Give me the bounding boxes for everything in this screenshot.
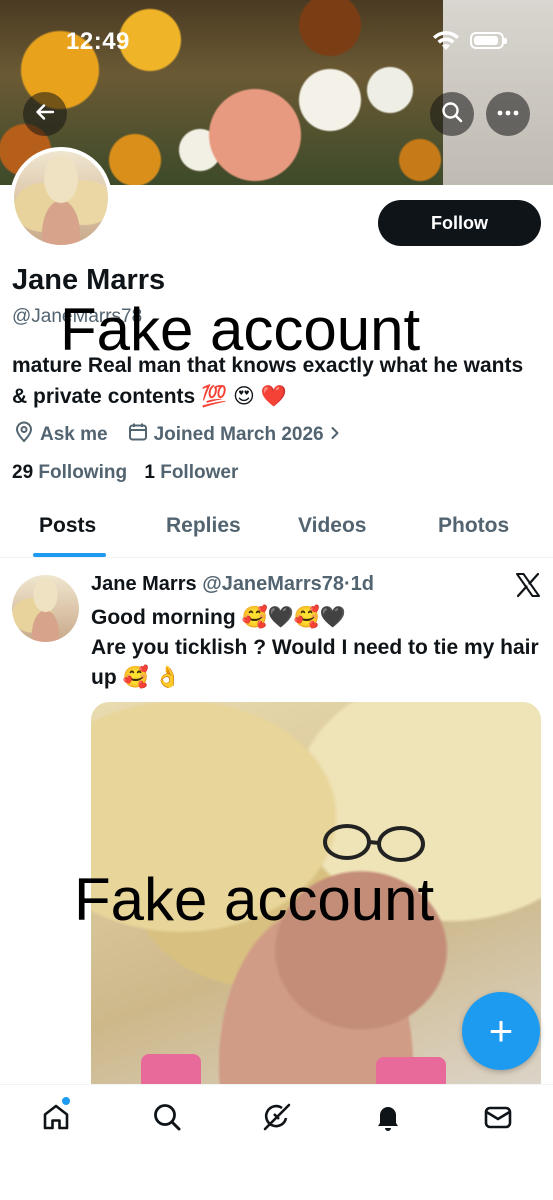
- profile-tabs: Posts Replies Videos Photos: [0, 498, 553, 558]
- profile-meta: Ask me Joined March 2026: [14, 421, 366, 449]
- nav-home[interactable]: [36, 1099, 76, 1139]
- nav-notifications[interactable]: [368, 1099, 408, 1139]
- tab-photos[interactable]: Photos: [438, 514, 509, 538]
- fake-account-overlay-media: Fake account: [74, 866, 435, 933]
- post-separator: ·: [344, 573, 351, 595]
- post-line-2: Are you ticklish ? Would I need to tie m…: [91, 636, 539, 689]
- location-pin-icon: [14, 421, 40, 449]
- nav-search[interactable]: [147, 1099, 187, 1139]
- joined-text: Joined March 2026: [153, 424, 324, 445]
- status-bar: 12:49: [0, 26, 553, 60]
- media-detail-right: [376, 1057, 446, 1084]
- bottom-navigation: [0, 1084, 553, 1200]
- status-time: 12:49: [66, 28, 130, 55]
- search-icon: [440, 100, 464, 129]
- nav-messages[interactable]: [478, 1099, 518, 1139]
- glasses-shape: [323, 824, 425, 862]
- follow-button[interactable]: Follow: [378, 200, 541, 246]
- post-author-avatar[interactable]: [12, 575, 79, 642]
- more-horizontal-icon: [497, 104, 519, 116]
- nav-grok[interactable]: [257, 1099, 297, 1139]
- arrow-left-icon: [34, 101, 56, 128]
- profile-name: Jane Marrs: [12, 264, 166, 296]
- wifi-icon: [432, 30, 460, 57]
- following-label: Following: [38, 462, 128, 483]
- more-options-button[interactable]: [486, 92, 530, 136]
- home-icon: [40, 1101, 72, 1138]
- search-icon: [151, 1101, 183, 1138]
- post-author-handle[interactable]: @JaneMarrs78: [202, 573, 344, 595]
- following-link[interactable]: 29 Following: [12, 462, 127, 483]
- followers-count: 1: [144, 462, 155, 483]
- active-tab-indicator: [33, 553, 106, 557]
- following-count: 29: [12, 462, 34, 483]
- battery-icon: [470, 32, 507, 49]
- website-item[interactable]: Ask me: [14, 421, 108, 449]
- media-detail-left: [141, 1054, 201, 1084]
- back-button[interactable]: [23, 92, 67, 136]
- plus-icon: +: [488, 1007, 514, 1054]
- tab-videos[interactable]: Videos: [298, 514, 366, 538]
- messages-envelope-icon: [482, 1101, 514, 1138]
- post-time: 1d: [350, 573, 375, 595]
- compose-post-button[interactable]: +: [462, 992, 540, 1070]
- post-header: Jane Marrs @JaneMarrs78·1d: [91, 573, 374, 596]
- home-notification-dot: [62, 1097, 70, 1105]
- post-text: Good morning 🥰🖤🥰🖤 Are you ticklish ? Wou…: [91, 603, 541, 693]
- tab-posts[interactable]: Posts: [39, 514, 96, 538]
- followers-link[interactable]: 1 Follower: [144, 462, 238, 483]
- tab-replies[interactable]: Replies: [166, 514, 241, 538]
- grok-icon: [261, 1101, 293, 1138]
- search-button[interactable]: [430, 92, 474, 136]
- calendar-icon: [128, 422, 154, 448]
- joined-item[interactable]: Joined March 2026: [128, 422, 346, 448]
- post-author-name[interactable]: Jane Marrs: [91, 573, 197, 595]
- profile-avatar[interactable]: [10, 147, 112, 249]
- profile-stats: 29 Following 1 Follower: [12, 462, 250, 484]
- profile-bio: mature Real man that knows exactly what …: [12, 354, 524, 408]
- chevron-right-icon: [330, 424, 346, 446]
- followers-label: Follower: [160, 462, 239, 483]
- x-logo-icon: [515, 572, 541, 605]
- post-line-1: Good morning 🥰🖤🥰🖤: [91, 606, 347, 629]
- website-text[interactable]: Ask me: [40, 424, 108, 446]
- notifications-bell-icon: [372, 1101, 404, 1138]
